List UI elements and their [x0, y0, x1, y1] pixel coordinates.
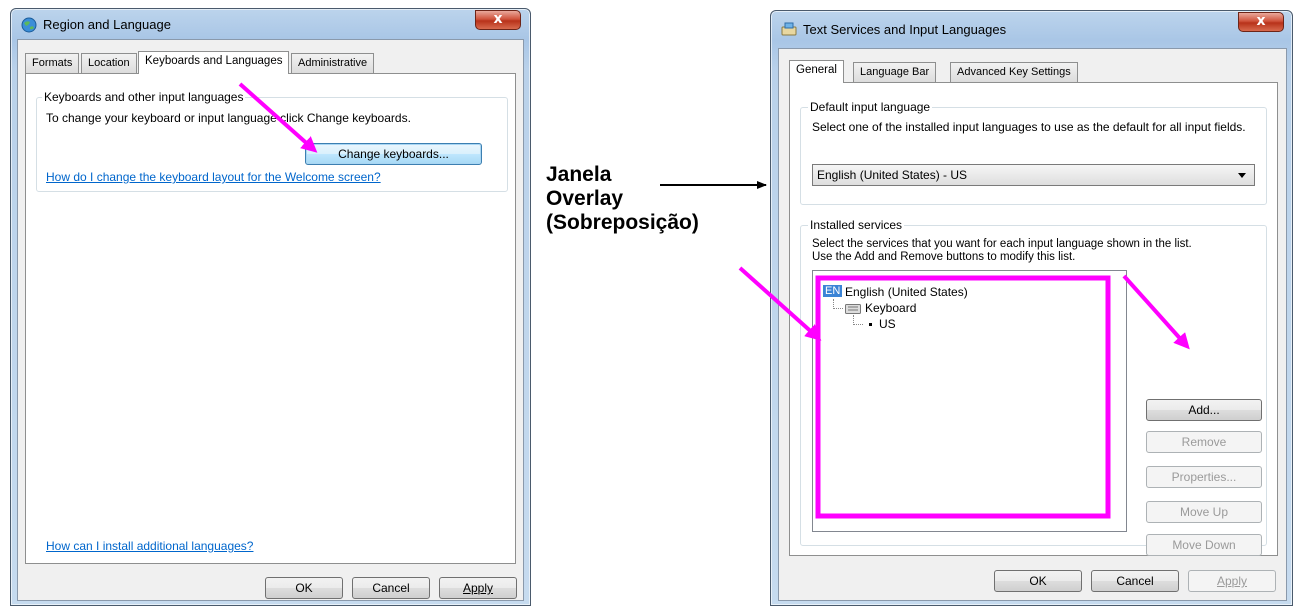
close-button[interactable]: x	[1238, 12, 1284, 32]
chevron-down-icon	[1238, 173, 1246, 178]
tab-advanced-key-settings[interactable]: Advanced Key Settings	[950, 62, 1078, 82]
instruction-text: To change your keyboard or input languag…	[46, 111, 411, 125]
services-description-2: Use the Add and Remove buttons to modify…	[812, 251, 1076, 263]
tab-panel: Keyboards and other input languages To c…	[25, 73, 516, 564]
close-button[interactable]: x	[475, 10, 521, 30]
annotation-line-1: Janela	[546, 163, 612, 186]
welcome-screen-link[interactable]: How do I change the keyboard layout for …	[46, 170, 381, 184]
cancel-button[interactable]: Cancel	[352, 577, 430, 599]
tab-general[interactable]: General	[789, 60, 844, 83]
keyboard-settings-icon	[781, 22, 797, 36]
window-body: General Language Bar Advanced Key Settin…	[778, 48, 1287, 601]
window-title: Region and Language	[43, 17, 171, 32]
tree-connector	[833, 299, 843, 309]
title-bar[interactable]: Text Services and Input Languages x	[771, 11, 1292, 41]
annotation-line-2: Overlay	[546, 187, 624, 210]
remove-button[interactable]: Remove	[1146, 431, 1262, 453]
window-title: Text Services and Input Languages	[803, 22, 1007, 37]
default-language-select[interactable]: English (United States) - US	[812, 164, 1255, 186]
globe-icon	[21, 17, 37, 33]
close-icon: x	[1256, 13, 1266, 29]
tab-formats[interactable]: Formats	[25, 53, 80, 73]
bullet-icon	[869, 323, 872, 326]
close-icon: x	[493, 11, 503, 27]
text-services-window: Text Services and Input Languages x Gene…	[770, 10, 1293, 606]
tree-layout[interactable]: US	[879, 317, 896, 331]
group-title: Keyboards and other input languages	[42, 90, 246, 104]
cancel-button[interactable]: Cancel	[1091, 570, 1179, 592]
tab-administrative[interactable]: Administrative	[291, 53, 375, 73]
tree-connector	[853, 315, 863, 325]
tab-location[interactable]: Location	[81, 53, 137, 73]
default-description: Select one of the installed input langua…	[812, 120, 1246, 134]
overlay-annotation: Janela Overlay (Sobreposição)	[546, 163, 699, 235]
language-badge: EN	[823, 285, 843, 297]
move-up-button[interactable]: Move Up	[1146, 501, 1262, 523]
tab-keyboards-languages[interactable]: Keyboards and Languages	[138, 51, 290, 74]
apply-button[interactable]: Apply	[1188, 570, 1276, 592]
tab-panel: Default input language Select one of the…	[789, 82, 1278, 556]
services-tree[interactable]: EN English (United States) Keyboard US	[812, 270, 1127, 532]
ok-button[interactable]: OK	[265, 577, 343, 599]
annotation-line-3: (Sobreposição)	[546, 211, 699, 234]
change-keyboards-button[interactable]: Change keyboards...	[305, 143, 482, 165]
install-languages-link[interactable]: How can I install additional languages?	[46, 539, 253, 553]
move-down-button[interactable]: Move Down	[1146, 534, 1262, 556]
services-group-title: Installed services	[808, 218, 905, 232]
window-body: Formats Location Keyboards and Languages…	[17, 39, 524, 601]
ok-button[interactable]: OK	[994, 570, 1082, 592]
title-bar[interactable]: Region and Language x	[11, 9, 530, 39]
services-description-1: Select the services that you want for ea…	[812, 238, 1192, 250]
add-button[interactable]: Add...	[1146, 399, 1262, 421]
tab-language-bar[interactable]: Language Bar	[853, 62, 937, 82]
apply-button[interactable]: Apply	[439, 577, 517, 599]
selected-language: English (United States) - US	[817, 168, 968, 182]
region-language-window: Region and Language x Formats Location K…	[10, 8, 531, 606]
default-group-title: Default input language	[808, 100, 933, 114]
tree-language[interactable]: English (United States)	[845, 285, 968, 299]
keyboard-icon	[845, 304, 861, 314]
tree-category[interactable]: Keyboard	[865, 301, 916, 315]
properties-button[interactable]: Properties...	[1146, 466, 1262, 488]
